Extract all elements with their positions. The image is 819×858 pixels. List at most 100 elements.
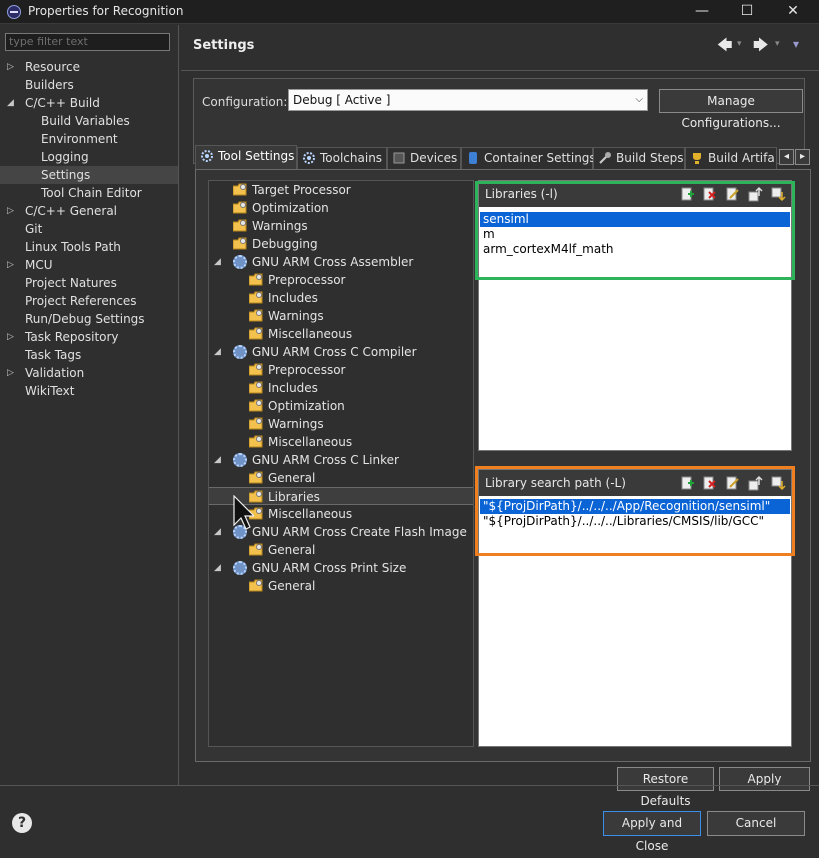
tree-item[interactable]: Warnings: [209, 307, 473, 325]
nav-item-label: Project Natures: [25, 276, 117, 290]
tree-item[interactable]: ◢ GNU ARM Cross C Linker: [209, 451, 473, 469]
tab-container-settings[interactable]: Container Settings: [461, 147, 596, 169]
nav-item[interactable]: ▷ C/C++ General: [0, 202, 178, 220]
tree-item[interactable]: Preprocessor: [209, 271, 473, 289]
expand-arrow-icon[interactable]: ▷: [7, 58, 17, 76]
tree-item[interactable]: Includes: [209, 379, 473, 397]
window-title: Properties for Recognition: [28, 4, 184, 18]
tree-item[interactable]: ◢ GNU ARM Cross Assembler: [209, 253, 473, 271]
apply-button[interactable]: Apply: [719, 767, 810, 791]
navigation-pane: type filter text ▷ Resource Builders ◢ C/C++…: [0, 25, 179, 785]
tree-item[interactable]: Optimization: [209, 199, 473, 217]
tree-item[interactable]: Debugging: [209, 235, 473, 253]
nav-item-label: Tool Chain Editor: [41, 186, 142, 200]
tab-build-steps[interactable]: Build Steps: [593, 147, 685, 169]
expand-arrow-icon[interactable]: ▷: [7, 202, 17, 220]
expand-arrow-icon[interactable]: ▷: [7, 328, 17, 346]
view-menu-icon[interactable]: ▾: [793, 37, 799, 51]
nav-item[interactable]: Project Natures: [0, 274, 178, 292]
tree-item[interactable]: ◢ GNU ARM Cross C Compiler: [209, 343, 473, 361]
forward-arrow-icon[interactable]: 🡆: [753, 35, 769, 60]
tab-toolchains[interactable]: Toolchains: [297, 147, 387, 169]
nav-item[interactable]: Builders: [0, 76, 178, 94]
nav-item[interactable]: Tool Chain Editor: [0, 184, 178, 202]
nav-item[interactable]: Run/Debug Settings: [0, 310, 178, 328]
tab-tool-settings[interactable]: Tool Settings: [195, 145, 297, 169]
nav-item[interactable]: ▷ MCU: [0, 256, 178, 274]
tab-scroll-right-icon[interactable]: ▸: [795, 149, 810, 165]
help-icon[interactable]: ?: [12, 813, 32, 833]
nav-item[interactable]: Environment: [0, 130, 178, 148]
tool-settings-tree: Target Processor Optimization Warnings Debu…: [208, 180, 474, 747]
tree-item[interactable]: ◢ GNU ARM Cross Print Size: [209, 559, 473, 577]
filter-input[interactable]: type filter text: [5, 33, 170, 51]
expand-arrow-icon[interactable]: ▷: [7, 364, 17, 382]
maximize-button[interactable]: ☐: [724, 0, 770, 24]
nav-item[interactable]: Task Tags: [0, 346, 178, 364]
collapse-arrow-icon[interactable]: ◢: [7, 94, 17, 112]
nav-item[interactable]: ▷ Task Repository: [0, 328, 178, 346]
tree-item-label: GNU ARM Cross Create Flash Image: [252, 525, 467, 539]
tree-item-label: General: [268, 543, 316, 557]
nav-item-label: Run/Debug Settings: [25, 312, 145, 326]
forward-dropdown-icon[interactable]: ▾: [775, 39, 780, 49]
libraries-highlight-box: [475, 181, 795, 280]
gear-icon: [233, 255, 247, 269]
tree-item-label: GNU ARM Cross C Linker: [252, 453, 399, 467]
folder-settings-icon: [248, 399, 263, 412]
close-button[interactable]: ✕: [770, 0, 816, 24]
nav-item[interactable]: Git: [0, 220, 178, 238]
expand-arrow-icon[interactable]: ▷: [7, 256, 17, 274]
collapse-arrow-icon[interactable]: ◢: [214, 523, 221, 541]
folder-settings-icon: [232, 237, 247, 250]
tab-build-artifact[interactable]: Build Artifa: [685, 147, 777, 169]
navigation-tree: ▷ Resource Builders ◢ C/C++ Build Build Varia…: [0, 58, 178, 400]
nav-item[interactable]: Build Variables: [0, 112, 178, 130]
folder-settings-icon: [248, 291, 263, 304]
nav-item[interactable]: Settings: [0, 166, 178, 184]
nav-item[interactable]: ▷ Resource: [0, 58, 178, 76]
expand-arrow-icon: [7, 130, 17, 148]
search-path-highlight-box: [475, 466, 795, 556]
collapse-arrow-icon[interactable]: ◢: [214, 343, 221, 361]
tab-scroll-left-icon[interactable]: ◂: [779, 149, 794, 165]
tree-item-label: Miscellaneous: [268, 327, 353, 341]
tree-item[interactable]: Miscellaneous: [209, 433, 473, 451]
collapse-arrow-icon[interactable]: ◢: [214, 451, 221, 469]
restore-defaults-button[interactable]: Restore Defaults: [617, 767, 714, 808]
nav-item[interactable]: Linux Tools Path: [0, 238, 178, 256]
manage-configurations-button[interactable]: Manage Configurations...: [659, 89, 803, 130]
tab-devices[interactable]: Devices: [387, 147, 461, 169]
nav-item[interactable]: Logging: [0, 148, 178, 166]
collapse-arrow-icon[interactable]: ◢: [214, 559, 221, 577]
tree-item[interactable]: Warnings: [209, 415, 473, 433]
tree-item[interactable]: Miscellaneous: [209, 325, 473, 343]
tree-item[interactable]: General: [209, 541, 473, 559]
nav-item[interactable]: WikiText: [0, 382, 178, 400]
expand-arrow-icon: [7, 220, 17, 238]
tree-item[interactable]: Preprocessor: [209, 361, 473, 379]
tree-item[interactable]: Warnings: [209, 217, 473, 235]
configuration-select[interactable]: Debug [ Active ] ⌵: [288, 89, 648, 111]
nav-item[interactable]: ▷ Validation: [0, 364, 178, 382]
footer-divider: [0, 785, 819, 786]
tree-item[interactable]: Includes: [209, 289, 473, 307]
tree-item[interactable]: Target Processor: [209, 181, 473, 199]
expand-arrow-icon: [7, 238, 17, 256]
nav-item[interactable]: ◢ C/C++ Build: [0, 94, 178, 112]
tree-item[interactable]: General: [209, 469, 473, 487]
tree-item[interactable]: General: [209, 577, 473, 595]
apply-and-close-button[interactable]: Apply and Close: [603, 811, 701, 853]
chip-icon: [393, 152, 405, 164]
tree-item-label: Warnings: [252, 219, 308, 233]
tree-item[interactable]: Optimization: [209, 397, 473, 415]
collapse-arrow-icon[interactable]: ◢: [214, 253, 221, 271]
tree-item-label: General: [268, 579, 316, 593]
gear-icon: [233, 453, 247, 467]
back-dropdown-icon[interactable]: ▾: [737, 39, 742, 49]
cancel-button[interactable]: Cancel: [707, 811, 805, 836]
back-arrow-icon[interactable]: 🡄: [717, 35, 733, 60]
nav-item[interactable]: Project References: [0, 292, 178, 310]
folder-settings-icon: [248, 543, 263, 556]
minimize-button[interactable]: —: [679, 0, 725, 24]
